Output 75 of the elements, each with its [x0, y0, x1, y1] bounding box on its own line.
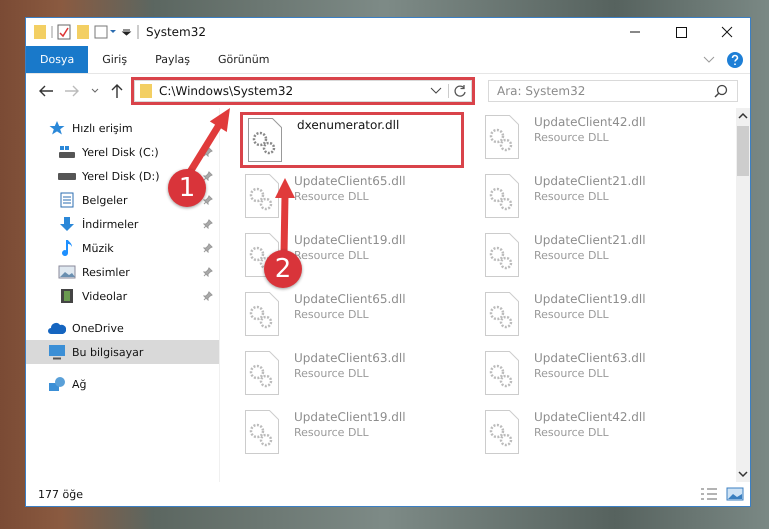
settings-file-icon — [244, 291, 280, 337]
nav-item[interactable]: İndirmeler — [26, 212, 138, 236]
settings-file-icon — [484, 350, 520, 396]
settings-file-icon — [244, 409, 280, 455]
file-type: Resource DLL — [294, 308, 370, 321]
nav-item[interactable]: OneDrive — [26, 316, 124, 340]
nav-item[interactable]: Bu bilgisayar — [26, 340, 219, 364]
file-type: Resource DLL — [294, 367, 370, 380]
downloads-icon — [58, 216, 76, 232]
window-title: System32 — [146, 25, 206, 39]
nav-item[interactable]: Hızlı erişim — [26, 116, 133, 140]
file-type: Resource DLL — [294, 426, 370, 439]
file-type: Resource DLL — [534, 249, 610, 262]
pictures-icon — [58, 264, 76, 280]
settings-file-icon — [484, 409, 520, 455]
settings-file-icon — [244, 350, 280, 396]
file-type: Resource DLL — [534, 308, 610, 321]
help-icon[interactable] — [726, 50, 744, 68]
settings-file-icon — [484, 173, 520, 219]
settings-file-icon — [244, 173, 280, 219]
item-count: 177 öğe — [38, 488, 83, 500]
scrollbar[interactable] — [736, 108, 750, 482]
drive-icon — [58, 172, 76, 180]
network-icon — [48, 376, 66, 392]
nav-item[interactable]: Müzik — [26, 236, 114, 260]
file-type: Resource DLL — [534, 426, 610, 439]
scrollbar-thumb[interactable] — [737, 126, 749, 176]
large-icons-view-icon[interactable] — [726, 487, 744, 501]
file-type: Resource DLL — [534, 190, 610, 203]
pin-icon[interactable] — [203, 267, 213, 277]
nav-item[interactable]: Videolar — [26, 284, 128, 308]
file-name[interactable]: dxenumerator.dll — [297, 118, 400, 132]
chevron-down-icon[interactable] — [90, 87, 100, 95]
search-field[interactable]: Ara: System32 — [488, 80, 738, 102]
file-type: Resource DLL — [294, 249, 370, 262]
file-type: Resource DLL — [534, 131, 610, 144]
pin-icon[interactable] — [203, 195, 213, 205]
ribbon-tab[interactable]: Paylaş — [141, 46, 204, 73]
address-bar[interactable]: C:\Windows\System32 — [134, 80, 472, 102]
up-arrow-icon[interactable] — [110, 83, 124, 99]
settings-file-icon — [484, 232, 520, 278]
documents-icon — [58, 192, 76, 208]
refresh-icon[interactable] — [448, 84, 467, 98]
music-icon — [62, 240, 72, 256]
star-icon — [48, 120, 66, 136]
chevron-down-icon[interactable] — [430, 86, 442, 96]
highlighted-file-item[interactable]: dxenumerator.dll — [240, 112, 464, 168]
folder-icon — [139, 83, 153, 99]
address-path: C:\Windows\System32 — [159, 84, 294, 98]
nav-item[interactable]: Ağ — [26, 372, 87, 396]
nav-item[interactable]: Resimler — [26, 260, 130, 284]
nav-item[interactable]: Yerel Disk (C:) — [26, 140, 159, 164]
file-type: Resource DLL — [534, 367, 610, 380]
nav-item[interactable]: Yerel Disk (D:) — [26, 164, 160, 188]
nav-item[interactable]: Belgeler — [26, 188, 128, 212]
back-arrow-icon[interactable] — [38, 84, 54, 98]
settings-file-icon — [484, 291, 520, 337]
ribbon-tab[interactable]: Görünüm — [204, 46, 284, 73]
ribbon-tab[interactable]: Dosya — [26, 46, 88, 73]
pin-icon[interactable] — [203, 291, 213, 301]
scroll-down-icon[interactable] — [738, 470, 748, 478]
file-type: Resource DLL — [294, 190, 370, 203]
scroll-up-icon[interactable] — [738, 112, 748, 120]
pin-icon[interactable] — [203, 171, 213, 181]
pin-icon[interactable] — [203, 219, 213, 229]
drive-system-icon — [58, 144, 76, 160]
ribbon-tab[interactable]: Giriş — [88, 46, 142, 73]
cloud-icon — [48, 320, 66, 336]
pin-icon[interactable] — [203, 243, 213, 253]
settings-file-icon — [247, 117, 283, 163]
pin-icon[interactable] — [203, 147, 213, 157]
videos-icon — [58, 288, 76, 304]
computer-icon — [48, 344, 66, 360]
settings-file-icon — [484, 114, 520, 160]
details-view-icon[interactable] — [700, 487, 718, 501]
